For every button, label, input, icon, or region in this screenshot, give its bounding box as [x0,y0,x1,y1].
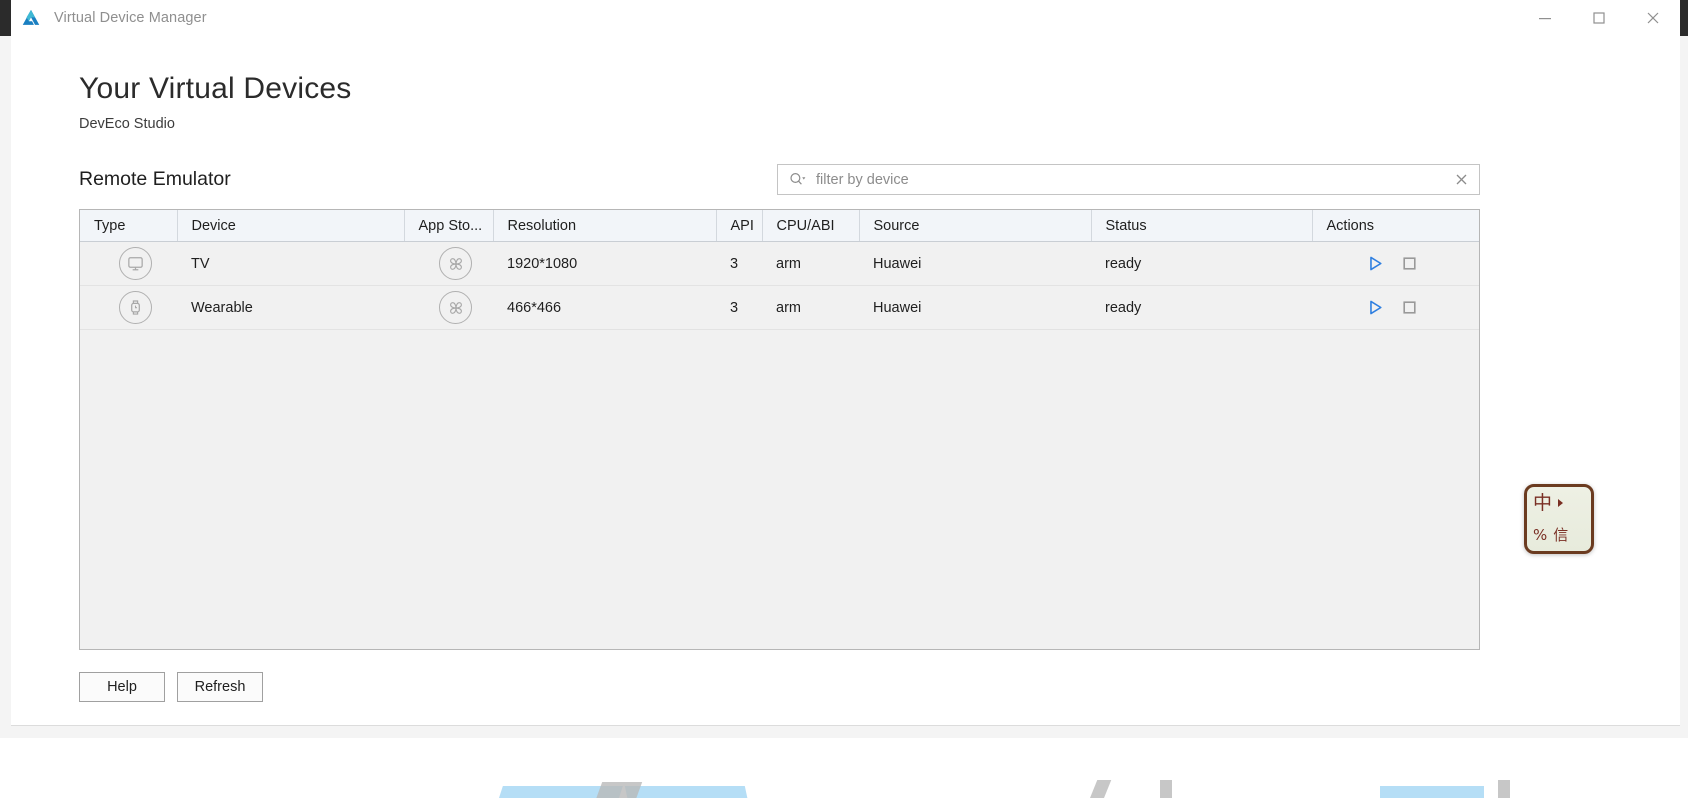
ime-mode-row[interactable]: 中 [1527,487,1591,519]
stop-emulator-button[interactable] [1398,297,1420,319]
section-header-row: Remote Emulator [79,164,1680,195]
deveco-triangle-logo-icon [22,9,40,25]
clear-search-icon[interactable] [1453,171,1470,188]
maximize-icon [1593,12,1605,24]
close-icon [1647,12,1659,24]
ime-mode-label: 中 [1533,491,1553,514]
watermark-shape [1160,780,1172,798]
harmonyos-appstore-icon [439,247,472,280]
window-close-button[interactable] [1626,0,1680,36]
screen-right-gutter [1680,0,1688,36]
ime-percent-label: % [1533,525,1548,544]
cell-app-store [404,241,493,286]
stop-square-icon [1402,257,1416,270]
watermark-shape [1380,786,1484,798]
cell-type [80,285,177,330]
play-icon [1369,300,1382,315]
window-maximize-button[interactable] [1572,0,1626,36]
cell-status: ready [1091,241,1312,286]
window-controls [1518,0,1680,36]
help-button[interactable]: Help [79,672,165,702]
device-table-header: Type Device App Sto... Resolution API CP… [80,210,1479,242]
ime-punct-label: 信 [1553,525,1569,544]
harmonyos-appstore-icon [439,291,472,324]
refresh-button[interactable]: Refresh [177,672,263,702]
ime-options-row[interactable]: % 信 [1527,519,1591,551]
stop-emulator-button[interactable] [1398,253,1420,275]
cell-source: Huawei [859,241,1091,286]
cell-actions [1312,285,1479,330]
watermark-shape [624,786,752,798]
dialog-footer-buttons: Help Refresh [79,672,1680,702]
table-row[interactable]: TV 1920*1080 3 arm Huawei ready [80,241,1479,286]
cell-source: Huawei [859,285,1091,330]
play-icon [1369,256,1382,271]
cell-api: 3 [716,285,762,330]
device-filter-search-box[interactable] [777,164,1480,195]
minimize-icon [1539,18,1551,20]
device-table-body: TV 1920*1080 3 arm Huawei ready Wearable… [80,241,1479,330]
column-header-source[interactable]: Source [859,210,1092,242]
cell-cpu-abi: arm [762,241,859,286]
device-table-panel: Type Device App Sto... Resolution API CP… [79,209,1480,650]
main-content: Your Virtual Devices DevEco Studio Remot… [11,36,1680,702]
table-row[interactable]: Wearable 466*466 3 arm Huawei ready [80,285,1479,330]
cell-app-store [404,285,493,330]
column-header-app-store[interactable]: App Sto... [404,210,494,242]
ime-floating-widget[interactable]: 中 % 信 [1524,484,1594,554]
cell-status: ready [1091,285,1312,330]
chevron-right-icon [1558,499,1564,507]
table-header-row: Type Device App Sto... Resolution API CP… [80,210,1479,242]
start-emulator-button[interactable] [1364,297,1386,319]
cell-device: TV [177,241,404,286]
cell-resolution: 1920*1080 [493,241,716,286]
cell-actions [1312,241,1479,286]
watermark-shape [1082,780,1112,798]
chevron-down-icon [802,177,806,180]
wearable-watch-icon [119,291,152,324]
cell-type [80,241,177,286]
tv-monitor-icon [119,247,152,280]
column-header-device[interactable]: Device [177,210,405,242]
page-subtitle: DevEco Studio [79,116,175,132]
cell-api: 3 [716,241,762,286]
cell-device: Wearable [177,285,404,330]
virtual-device-manager-window: Virtual Device Manager Your Virtual Devi… [11,0,1680,725]
column-header-type[interactable]: Type [80,210,178,242]
column-header-actions[interactable]: Actions [1312,210,1479,242]
window-title: Virtual Device Manager [54,10,207,26]
cell-cpu-abi: arm [762,285,859,330]
stop-square-icon [1402,301,1416,314]
device-table: Type Device App Sto... Resolution API CP… [80,210,1479,330]
section-title: Remote Emulator [79,168,231,190]
window-minimize-button[interactable] [1518,0,1572,36]
search-input[interactable] [816,171,1453,188]
column-header-resolution[interactable]: Resolution [493,210,717,242]
watermark-shape [1498,780,1510,798]
screen-left-gutter [0,0,11,36]
column-header-status[interactable]: Status [1091,210,1313,242]
search-icon[interactable] [789,172,806,187]
cell-resolution: 466*466 [493,285,716,330]
desktop-watermark-strip [0,738,1688,798]
page-title: Your Virtual Devices [79,72,352,105]
column-header-cpu-abi[interactable]: CPU/ABI [762,210,860,242]
column-header-api[interactable]: API [716,210,763,242]
window-titlebar: Virtual Device Manager [11,0,1680,36]
window-bottom-edge [11,725,1680,726]
start-emulator-button[interactable] [1364,253,1386,275]
